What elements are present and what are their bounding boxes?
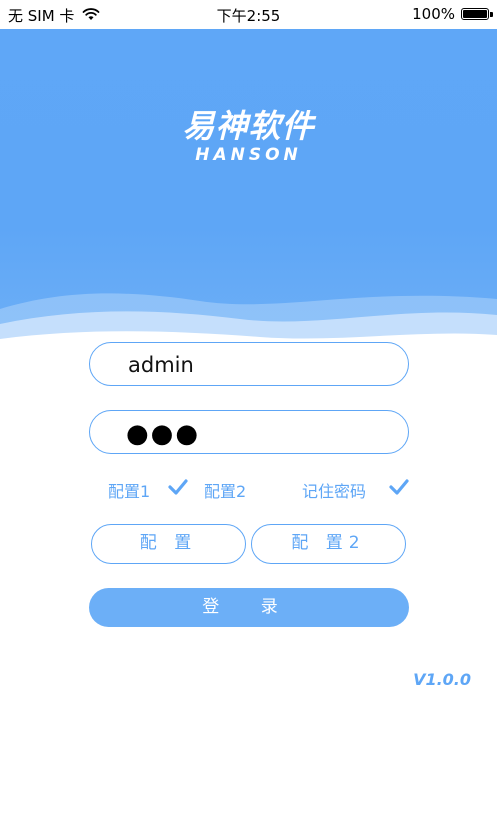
- config1-check-icon[interactable]: [168, 478, 188, 496]
- password-input[interactable]: ●●●: [126, 419, 200, 449]
- status-bar: 无 SIM 卡 下午2:55 100%: [0, 0, 497, 29]
- remember-password-label[interactable]: 记住密码: [302, 478, 366, 502]
- password-field[interactable]: ●●●: [89, 410, 409, 454]
- config1-option-label[interactable]: 配置1: [108, 478, 150, 502]
- version-label: V1.0.0: [413, 670, 471, 689]
- logo-subtitle: HANSON: [195, 145, 302, 165]
- config-button[interactable]: 配 置: [91, 524, 246, 564]
- battery-icon: [461, 8, 493, 20]
- battery-percent: 100%: [412, 5, 455, 23]
- login-button[interactable]: 登 录: [89, 588, 409, 627]
- username-input[interactable]: [126, 349, 390, 381]
- username-field[interactable]: [89, 342, 409, 386]
- logo-title: 易神软件: [182, 107, 315, 145]
- config2-button[interactable]: 配 置2: [251, 524, 406, 564]
- status-right: 100%: [412, 5, 493, 23]
- remember-password-check-icon[interactable]: [389, 478, 409, 496]
- battery-fill: [463, 10, 487, 18]
- header-banner: 易神软件 HANSON: [0, 29, 497, 359]
- config2-option-label[interactable]: 配置2: [204, 478, 246, 502]
